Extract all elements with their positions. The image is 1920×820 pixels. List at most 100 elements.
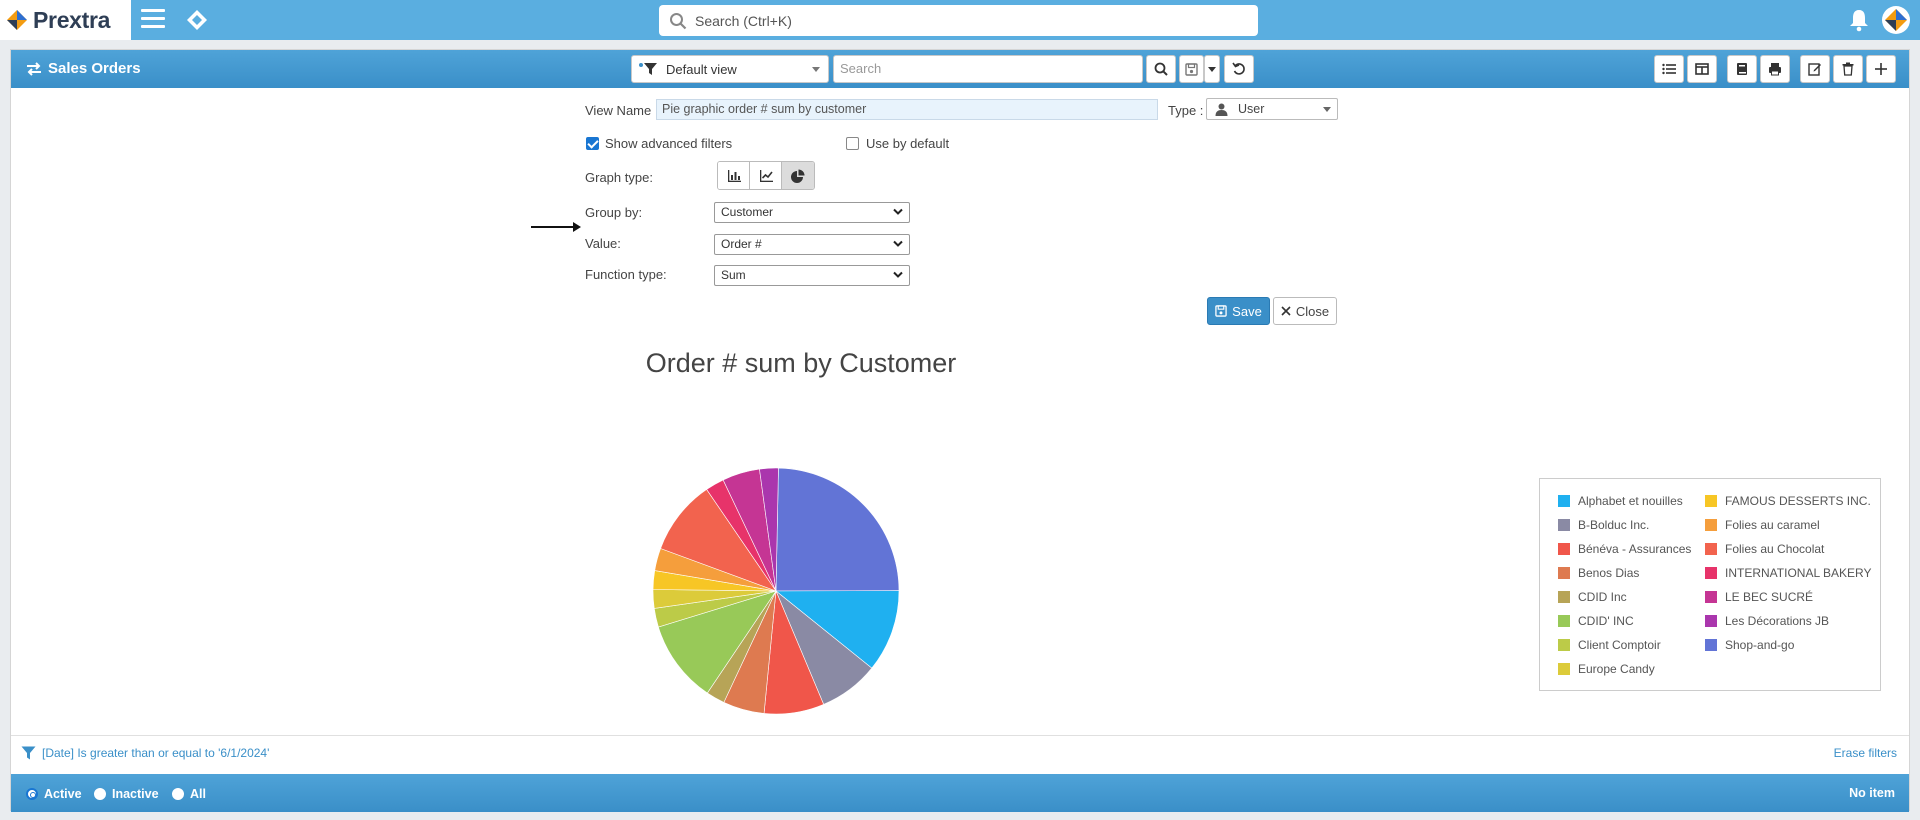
legend-item[interactable]: FAMOUS DESSERTS INC. bbox=[1705, 494, 1871, 508]
legend-item[interactable]: Folies au Chocolat bbox=[1705, 542, 1824, 556]
legend-item[interactable]: Alphabet et nouilles bbox=[1558, 494, 1683, 508]
sales-orders-panel: Sales Orders Default view Search View Na… bbox=[10, 49, 1910, 812]
line-chart-button[interactable] bbox=[750, 162, 782, 189]
bell-icon[interactable] bbox=[1848, 8, 1870, 32]
legend-item[interactable]: LE BEC SUCRÉ bbox=[1705, 590, 1813, 604]
floppy-icon bbox=[1215, 305, 1227, 317]
value-value: Order # bbox=[721, 237, 762, 251]
view-name-label: View Name : bbox=[585, 103, 659, 118]
global-search-input[interactable]: Search (Ctrl+K) bbox=[659, 5, 1258, 36]
legend-swatch bbox=[1705, 591, 1717, 603]
print-button[interactable] bbox=[1760, 55, 1790, 83]
legend-label: B-Bolduc Inc. bbox=[1578, 518, 1650, 532]
delete-button[interactable] bbox=[1833, 55, 1863, 83]
pie-chart-button[interactable] bbox=[782, 162, 814, 189]
close-icon bbox=[1281, 306, 1291, 316]
use-by-default-label: Use by default bbox=[866, 136, 950, 151]
legend-item[interactable]: CDID' INC bbox=[1558, 614, 1634, 628]
status-radio-all[interactable]: All bbox=[172, 787, 206, 801]
book-icon bbox=[1737, 63, 1747, 75]
legend-item[interactable]: Europe Candy bbox=[1558, 662, 1655, 676]
view-name-field[interactable]: Pie graphic order # sum by customer bbox=[656, 99, 1158, 120]
panel-search-input[interactable]: Search bbox=[833, 55, 1143, 83]
save-view-dropdown-button[interactable] bbox=[1204, 55, 1220, 83]
legend-item[interactable]: Shop-and-go bbox=[1705, 638, 1794, 652]
status-radio-inactive[interactable]: Inactive bbox=[94, 787, 159, 801]
avatar[interactable] bbox=[1882, 6, 1910, 34]
legend-item[interactable]: Client Comptoir bbox=[1558, 638, 1661, 652]
type-label: Type : bbox=[1168, 103, 1204, 118]
type-value: User bbox=[1238, 102, 1265, 116]
legend-item[interactable]: B-Bolduc Inc. bbox=[1558, 518, 1649, 532]
columns-icon bbox=[1695, 63, 1709, 75]
global-search-placeholder: Search (Ctrl+K) bbox=[695, 12, 792, 29]
value-select[interactable]: Order # bbox=[714, 234, 910, 255]
swap-arrows-icon bbox=[27, 61, 41, 76]
brand-diamond-icon[interactable] bbox=[186, 9, 208, 31]
add-button[interactable] bbox=[1866, 55, 1896, 83]
save-view-button[interactable] bbox=[1179, 55, 1204, 83]
radio-circle bbox=[26, 788, 38, 800]
legend-item[interactable]: Benos Dias bbox=[1558, 566, 1639, 580]
chevron-down-icon bbox=[1323, 107, 1331, 112]
show-advanced-filters-label: Show advanced filters bbox=[605, 136, 733, 151]
legend-label: CDID' INC bbox=[1578, 614, 1634, 628]
close-button[interactable]: Close bbox=[1273, 297, 1337, 325]
floppy-icon bbox=[1185, 62, 1198, 76]
legend-label: Bénéva - Assurances bbox=[1578, 542, 1692, 556]
user-icon bbox=[1215, 103, 1228, 116]
graph-type-label: Graph type: bbox=[585, 170, 653, 185]
edit-button[interactable] bbox=[1800, 55, 1830, 83]
active-filter-text[interactable]: [Date] Is greater than or equal to '6/1/… bbox=[42, 746, 269, 760]
legend-label: Europe Candy bbox=[1578, 662, 1655, 676]
legend-swatch bbox=[1558, 567, 1570, 579]
bar-chart-button[interactable] bbox=[718, 162, 750, 189]
group-by-label: Group by: bbox=[585, 205, 643, 220]
columns-button[interactable] bbox=[1687, 55, 1717, 83]
line-chart-icon bbox=[759, 169, 773, 182]
legend-label: Folies au Chocolat bbox=[1725, 542, 1825, 556]
type-select[interactable]: User bbox=[1206, 98, 1338, 120]
legend-item[interactable]: CDID Inc bbox=[1558, 590, 1627, 604]
prextra-logo-icon bbox=[7, 10, 27, 30]
use-by-default-checkbox[interactable] bbox=[846, 137, 859, 150]
arrow-annotation-head bbox=[573, 222, 581, 232]
pie-slice-0[interactable] bbox=[775, 467, 900, 592]
function-type-select[interactable]: Sum bbox=[714, 265, 910, 286]
legend-item[interactable]: Les Décorations JB bbox=[1705, 614, 1829, 628]
search-icon bbox=[1154, 62, 1168, 76]
bar-chart-icon bbox=[727, 169, 741, 182]
legend-item[interactable]: INTERNATIONAL BAKERY bbox=[1705, 566, 1871, 580]
chevron-down-icon bbox=[893, 208, 903, 215]
legend-swatch bbox=[1705, 639, 1717, 651]
app-name: Prextra bbox=[33, 6, 111, 33]
legend-swatch bbox=[1558, 615, 1570, 627]
chevron-down-icon bbox=[812, 67, 820, 72]
menu-icon[interactable] bbox=[141, 9, 165, 31]
reset-view-button[interactable] bbox=[1224, 55, 1254, 83]
legend-swatch bbox=[1558, 639, 1570, 651]
view-select[interactable]: Default view bbox=[631, 55, 829, 83]
save-button[interactable]: Save bbox=[1207, 297, 1270, 325]
legend-swatch bbox=[1705, 495, 1717, 507]
arrow-annotation bbox=[531, 226, 575, 228]
erase-filters-link[interactable]: Erase filters bbox=[1834, 746, 1897, 760]
top-bar: Prextra Search (Ctrl+K) bbox=[0, 0, 1920, 40]
legend-item[interactable]: Bénéva - Assurances bbox=[1558, 542, 1691, 556]
legend-swatch bbox=[1705, 615, 1717, 627]
search-button[interactable] bbox=[1146, 55, 1176, 83]
status-radio-active[interactable]: Active bbox=[26, 787, 82, 801]
book-button[interactable] bbox=[1727, 55, 1757, 83]
list-view-button[interactable] bbox=[1654, 55, 1684, 83]
group-by-select[interactable]: Customer bbox=[714, 202, 910, 223]
logo[interactable]: Prextra bbox=[0, 0, 131, 40]
legend-swatch bbox=[1558, 495, 1570, 507]
legend-label: Client Comptoir bbox=[1578, 638, 1661, 652]
show-advanced-filters-checkbox[interactable] bbox=[586, 137, 599, 150]
legend-item[interactable]: Folies au caramel bbox=[1705, 518, 1820, 532]
value-label: Value: bbox=[585, 236, 621, 251]
legend-label: Folies au caramel bbox=[1725, 518, 1820, 532]
trash-icon bbox=[1842, 62, 1854, 76]
function-type-value: Sum bbox=[721, 268, 746, 282]
legend-swatch bbox=[1558, 519, 1570, 531]
